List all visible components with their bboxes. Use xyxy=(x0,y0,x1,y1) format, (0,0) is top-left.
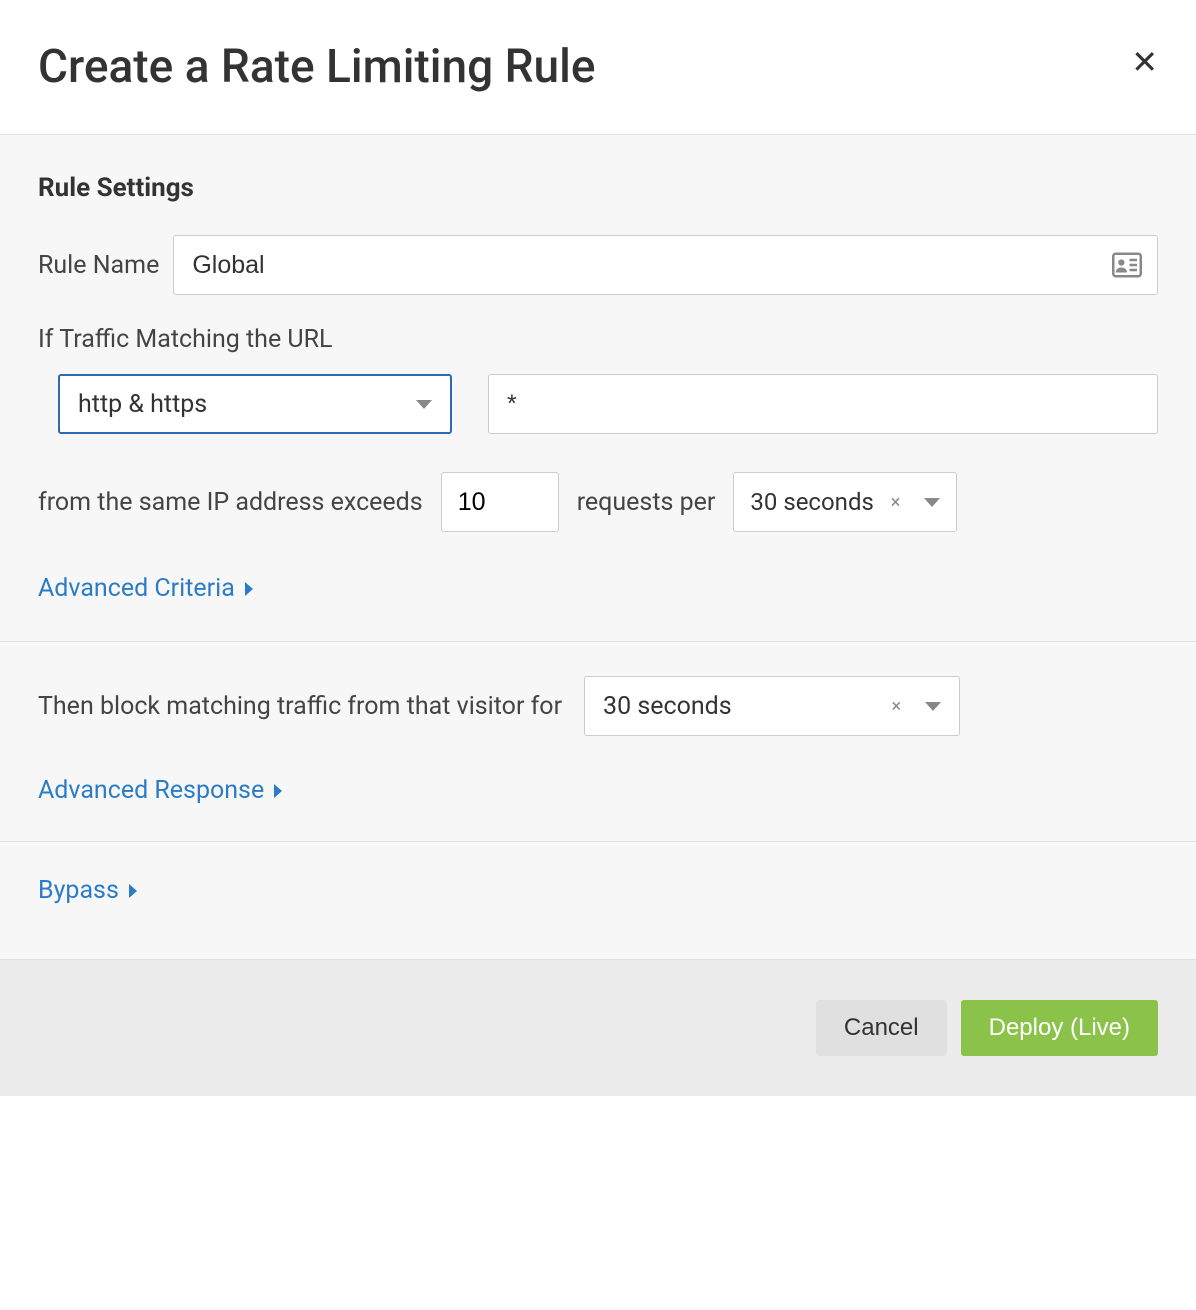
period-select[interactable]: 30 seconds × xyxy=(733,472,957,532)
threshold-input[interactable] xyxy=(441,472,559,532)
select-controls: × xyxy=(891,696,941,717)
rate-limit-modal: Create a Rate Limiting Rule ✕ Rule Setti… xyxy=(0,0,1196,1096)
rule-settings-section: Rule Settings Rule Name If Traffic Ma xyxy=(0,135,1196,641)
chevron-down-icon xyxy=(925,702,941,711)
rule-name-row: Rule Name xyxy=(38,235,1158,295)
contact-card-icon xyxy=(1112,252,1142,278)
requests-per-label: requests per xyxy=(577,488,716,517)
scheme-select[interactable]: http & https xyxy=(58,374,452,434)
clear-icon[interactable]: × xyxy=(891,492,901,513)
deploy-button[interactable]: Deploy (Live) xyxy=(961,1000,1158,1056)
scheme-value: http & https xyxy=(78,390,207,419)
rate-threshold-row: from the same IP address exceeds request… xyxy=(38,472,1158,532)
chevron-right-icon xyxy=(274,784,282,798)
modal-header: Create a Rate Limiting Rule ✕ xyxy=(0,0,1196,134)
chevron-right-icon xyxy=(129,884,137,898)
block-action-section: Then block matching traffic from that vi… xyxy=(0,642,1196,841)
modal-title: Create a Rate Limiting Rule xyxy=(38,40,595,94)
url-pattern-input[interactable] xyxy=(488,374,1158,434)
ip-exceeds-label: from the same IP address exceeds xyxy=(38,488,423,517)
chevron-down-icon xyxy=(416,400,432,409)
block-duration-value: 30 seconds xyxy=(603,692,732,721)
section-title: Rule Settings xyxy=(38,173,1158,203)
block-duration-select[interactable]: 30 seconds × xyxy=(584,676,960,736)
advanced-criteria-expander[interactable]: Advanced Criteria xyxy=(38,574,253,603)
bypass-label: Bypass xyxy=(38,876,119,905)
clear-icon[interactable]: × xyxy=(891,696,901,717)
block-label: Then block matching traffic from that vi… xyxy=(38,692,562,721)
chevron-right-icon xyxy=(245,582,253,596)
advanced-criteria-label: Advanced Criteria xyxy=(38,574,235,603)
bypass-expander[interactable]: Bypass xyxy=(38,876,137,905)
rule-name-label: Rule Name xyxy=(38,251,159,280)
period-value: 30 seconds xyxy=(750,488,873,516)
bypass-section: Bypass xyxy=(0,842,1196,959)
rule-name-input[interactable] xyxy=(173,235,1158,295)
select-controls: × xyxy=(891,492,941,513)
url-conditions-row: http & https xyxy=(38,374,1158,434)
rule-name-wrapper xyxy=(173,235,1158,295)
advanced-response-label: Advanced Response xyxy=(38,776,264,805)
chevron-down-icon xyxy=(924,498,940,507)
close-icon[interactable]: ✕ xyxy=(1131,40,1158,78)
block-duration-row: Then block matching traffic from that vi… xyxy=(38,676,1158,736)
advanced-response-expander[interactable]: Advanced Response xyxy=(38,776,282,805)
modal-footer: Cancel Deploy (Live) xyxy=(0,960,1196,1096)
traffic-matching-label: If Traffic Matching the URL xyxy=(38,325,1158,354)
cancel-button[interactable]: Cancel xyxy=(816,1000,947,1056)
